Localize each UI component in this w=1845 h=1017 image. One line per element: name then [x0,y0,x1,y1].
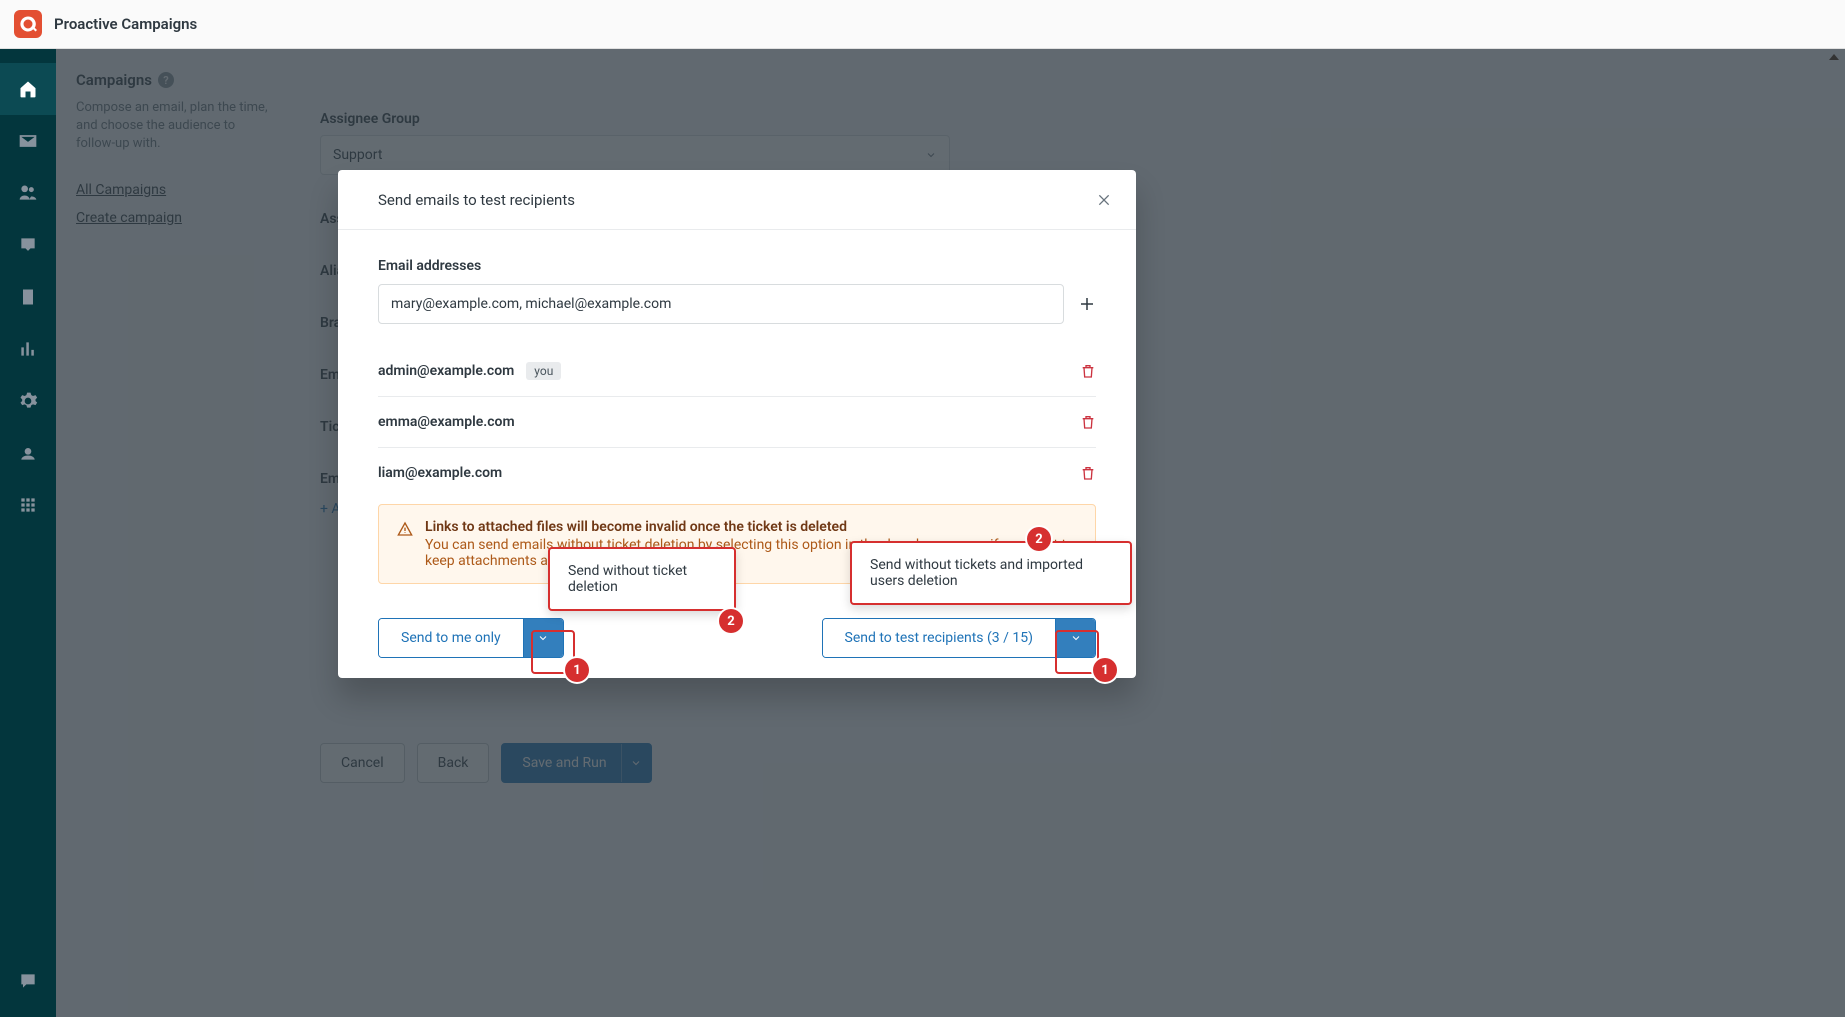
rail-analytics[interactable] [0,323,56,375]
delete-icon[interactable] [1080,362,1096,380]
rail-mail[interactable] [0,115,56,167]
badge-2-right: 2 [1027,527,1051,551]
send-to-me-caret[interactable] [523,619,563,657]
recipient-list: admin@example.comyou emma@example.com li… [378,346,1096,498]
badge-1-right: 1 [1093,658,1117,682]
you-badge: you [526,362,561,380]
chevron-down-icon [537,632,549,644]
rail-home[interactable] [0,63,56,115]
rail-apps[interactable] [0,479,56,531]
send-to-test-label[interactable]: Send to test recipients (3 / 15) [823,619,1055,657]
rail-users[interactable] [0,167,56,219]
send-to-test-button: Send to test recipients (3 / 15) [822,618,1096,658]
warning-icon [397,521,413,537]
rail-agents[interactable] [0,427,56,479]
rail-settings[interactable] [0,375,56,427]
email-addresses-label: Email addresses [378,258,1096,274]
callout-send-without-ticket: Send without ticket deletion [548,547,736,611]
add-email-icon[interactable] [1078,295,1096,313]
scroll-arrow-icon [1829,54,1839,60]
rail-chat[interactable] [0,955,56,1007]
topbar: Proactive Campaigns [0,0,1845,49]
email-input[interactable]: mary@example.com, michael@example.com [378,284,1064,324]
badge-2-left: 2 [719,609,743,633]
recipient-row: admin@example.comyou [378,346,1096,397]
delete-icon[interactable] [1080,413,1096,431]
badge-1-left: 1 [565,658,589,682]
warning-title: Links to attached files will become inva… [425,519,1077,535]
callout-send-without-tickets-users: Send without tickets and imported users … [850,541,1132,605]
send-to-me-button: Send to me only [378,618,564,658]
rail-building[interactable] [0,271,56,323]
app-title: Proactive Campaigns [54,15,197,33]
close-icon[interactable] [1096,192,1112,208]
recipient-row: emma@example.com [378,397,1096,448]
icon-rail [0,49,56,1017]
rail-inbox[interactable] [0,219,56,271]
app-icon [14,10,42,38]
chevron-down-icon [1070,632,1082,644]
modal-title: Send emails to test recipients [378,191,575,209]
send-to-test-caret[interactable] [1055,619,1095,657]
delete-icon[interactable] [1080,464,1096,482]
send-to-me-label[interactable]: Send to me only [379,619,523,657]
recipient-row: liam@example.com [378,448,1096,498]
